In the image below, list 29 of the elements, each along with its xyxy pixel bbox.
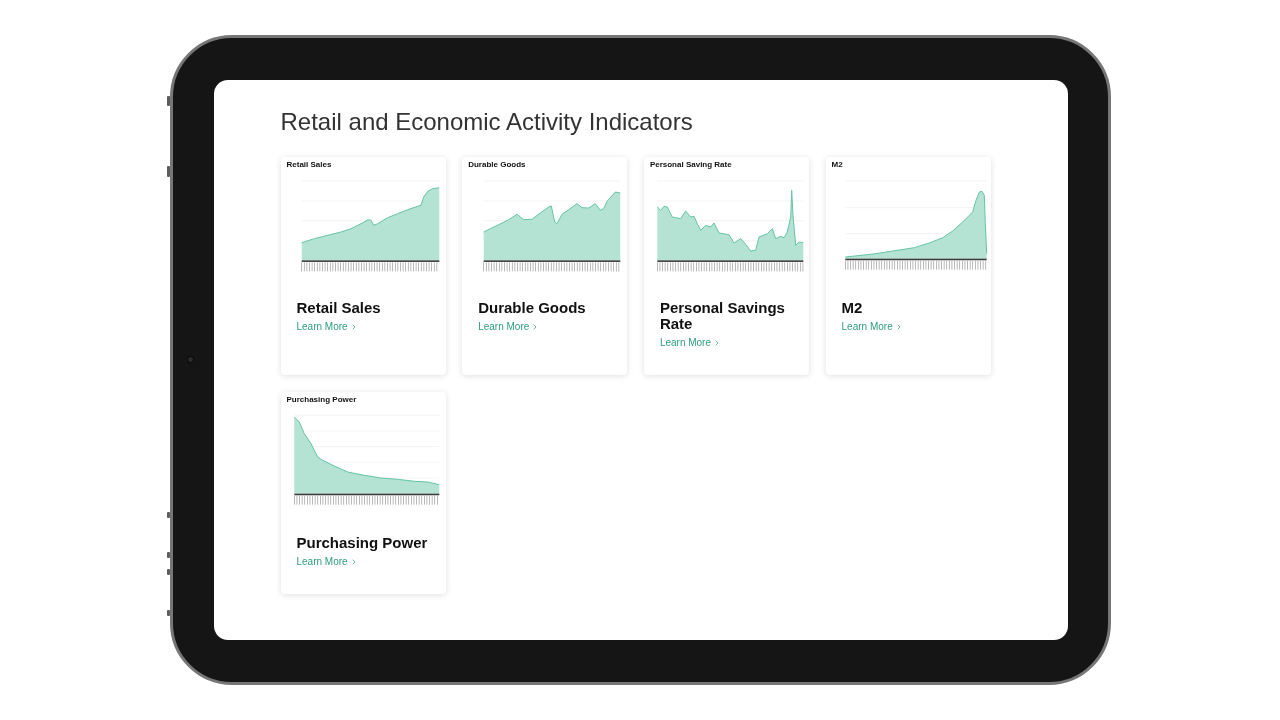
frame-notch [166,166,170,177]
card-title: M2 [841,300,863,316]
indicator-card[interactable]: Retail Sales Retail Sales Learn More [280,157,446,375]
chart-title: Durable Goods [468,160,526,170]
frame-notch [166,610,170,616]
chevron-right-icon [713,339,721,347]
indicator-card[interactable]: Personal Saving Rate Personal Savings Rate Learn More [643,157,809,375]
frame-notch [166,512,170,518]
learn-more-link[interactable]: Learn More [296,556,358,568]
card-title: Durable Goods [478,300,586,316]
frame-notch [166,569,170,575]
page-title: Retail and Economic Activity Indicators [280,107,693,137]
learn-more-link[interactable]: Learn More [659,337,721,349]
indicator-card[interactable]: Durable Goods Durable Goods Learn More [462,157,628,375]
chart-title: Purchasing Power [286,395,357,405]
frame-notch [166,552,170,558]
camera-icon [186,356,194,363]
card-title: Purchasing Power [296,535,428,551]
card-title: Personal Savings Rate [659,300,786,332]
learn-more-link[interactable]: Learn More [296,321,358,333]
card-title: Retail Sales [296,300,381,316]
chart-title: Personal Saving Rate [649,160,732,170]
frame-notch [166,96,170,106]
indicator-card[interactable]: M2 M2 Learn More [825,157,991,375]
chart-title: Retail Sales [286,160,332,170]
indicator-card[interactable]: Purchasing Power Purchasing Power Learn More [280,392,446,594]
learn-more-link[interactable]: Learn More [478,321,540,333]
chart-title: M2 [831,160,843,170]
learn-more-link[interactable]: Learn More [841,321,903,333]
